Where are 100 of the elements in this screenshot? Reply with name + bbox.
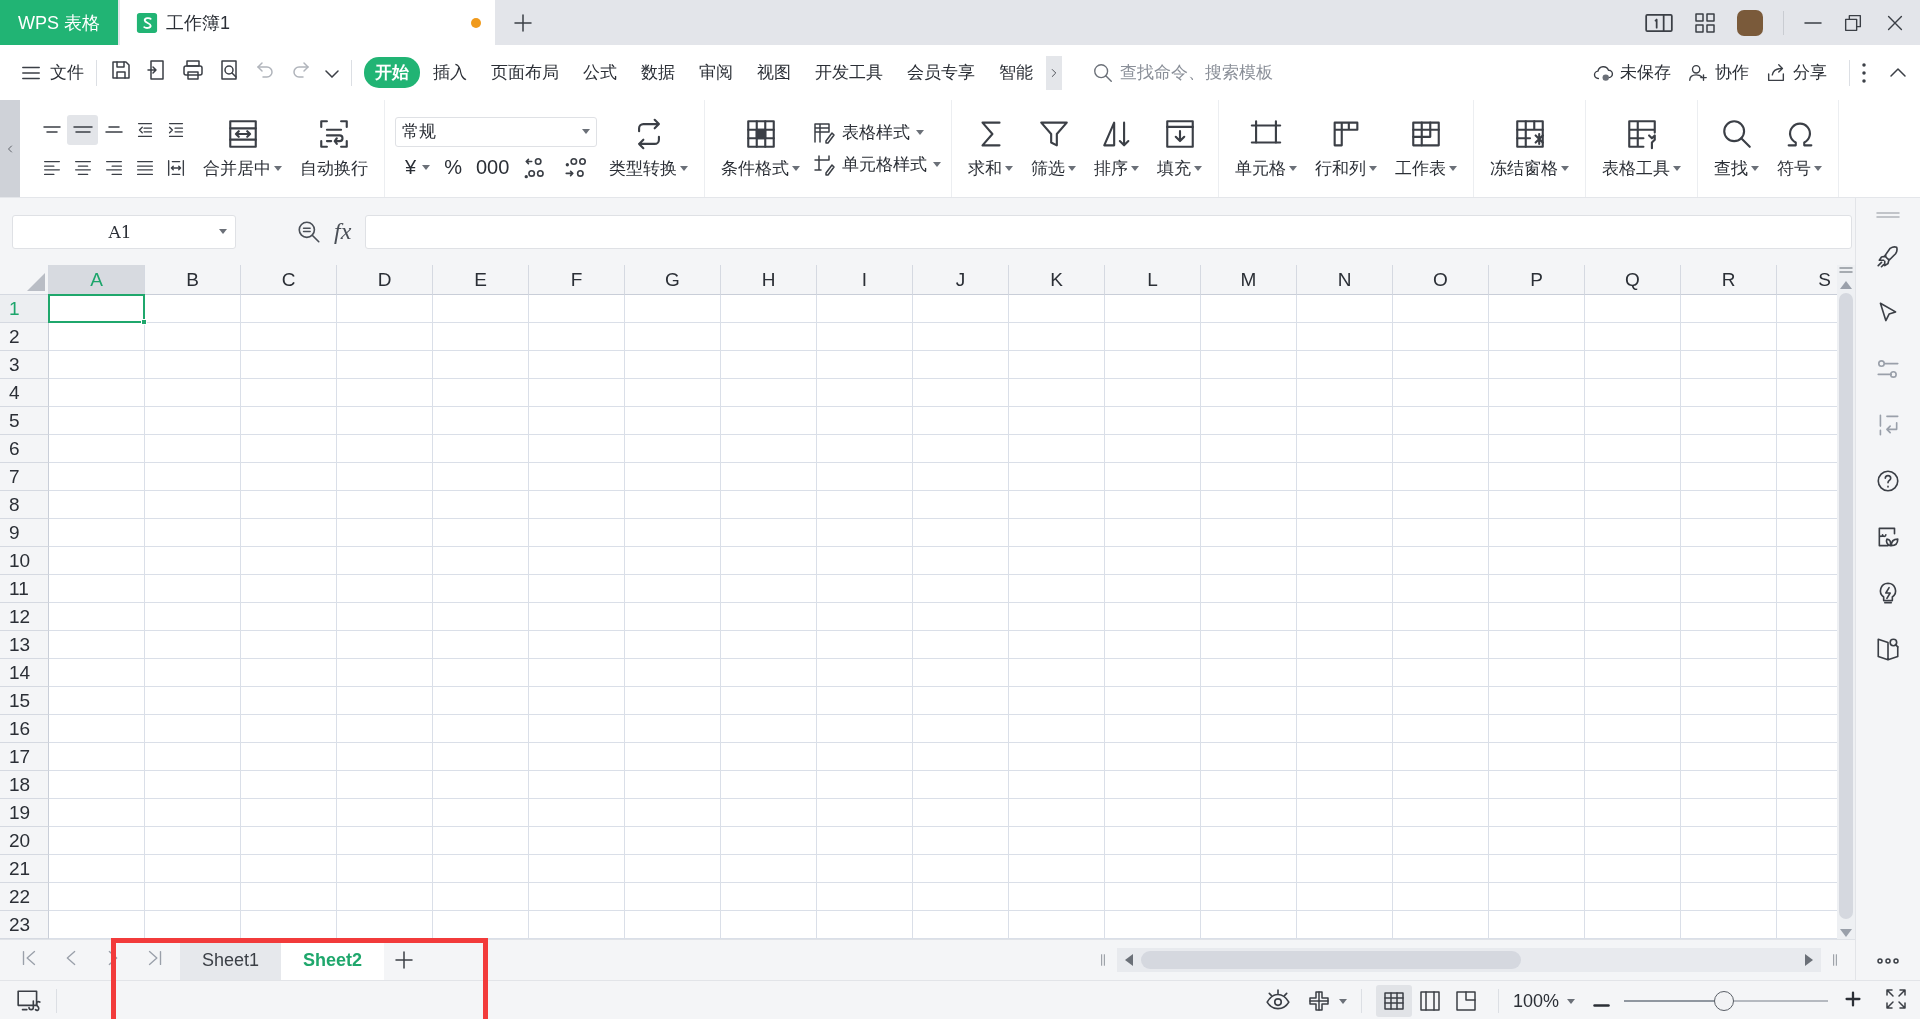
avatar[interactable] [1737,9,1763,36]
column-header[interactable]: G [625,265,721,296]
row-header[interactable]: 10 [0,547,49,576]
row-header[interactable]: 14 [0,659,49,688]
zoom-dropdown[interactable]: 100% [1512,990,1575,1012]
ribbon-button[interactable]: 自动换行 [294,117,374,180]
column-header[interactable]: B [145,265,241,296]
ribbon-tab[interactable]: 视图 [746,57,802,88]
row-header[interactable]: 2 [0,323,49,352]
caret-icon [1338,998,1347,1004]
column-header[interactable]: L [1105,265,1201,296]
ribbon-tab[interactable]: 开发工具 [804,57,894,88]
row-header[interactable]: 22 [0,883,49,912]
row-header[interactable]: 20 [0,827,49,856]
number-format-button[interactable]: % [444,156,462,179]
ribbon-button[interactable]: 单元格 [1229,117,1303,180]
zoom-icon [296,218,322,245]
align-bottom-icon [104,126,123,133]
formula-input-field[interactable] [365,214,1852,249]
ribbon-button[interactable]: 单元格样式 [812,152,941,177]
number-format-dropdown[interactable]: 常规 [395,116,597,147]
column-header[interactable]: K [1009,265,1105,296]
row-header[interactable]: 3 [0,351,49,380]
ribbon-button[interactable]: 求和 [962,117,1019,180]
row-header[interactable]: 13 [0,631,49,660]
row-header[interactable]: 23 [0,911,49,940]
ribbon-button[interactable]: 查找 [1708,117,1765,180]
page-layout-view-icon [1453,989,1478,1013]
toolbar-button[interactable]: 协作 [1687,61,1749,84]
row-header[interactable]: 8 [0,491,49,520]
column-header[interactable]: P [1489,265,1585,296]
ribbon-button[interactable]: 表格工具 [1596,117,1687,180]
ribbon-button[interactable]: 类型转换 [603,117,694,180]
ribbon-button[interactable]: 行和列 [1309,117,1383,180]
ribbon-button[interactable]: 符号 [1771,117,1828,180]
ribbon-button[interactable]: 筛选 [1025,117,1082,180]
ribbon-button[interactable]: 合并居中 [197,117,288,180]
name-box[interactable]: A1 [12,214,236,249]
ribbon-tab[interactable]: 数据 [630,57,686,88]
ribbon-tab[interactable]: 会员专享 [896,57,986,88]
ribbon-button[interactable]: 工作表 [1389,117,1463,180]
ribbon-tab[interactable]: 公式 [572,57,628,88]
ribbon-tab[interactable]: 审阅 [688,57,744,88]
column-header[interactable]: M [1201,265,1297,296]
crosshair-button[interactable] [1306,989,1347,1013]
column-header[interactable]: N [1297,265,1393,296]
ribbon-button[interactable]: 填充 [1151,117,1208,180]
row-header[interactable]: 7 [0,463,49,492]
scrollbar-thumb[interactable] [1839,293,1853,920]
row-header[interactable]: 18 [0,771,49,800]
collapse-handle[interactable] [0,100,20,197]
column-header[interactable]: D [337,265,433,296]
column-header[interactable]: C [241,265,337,296]
column-header[interactable]: J [913,265,1009,296]
number-format-button[interactable]: 000 [475,156,510,179]
command-search-field[interactable]: 查找命令、搜索模板 [1118,61,1378,84]
ribbon-button[interactable]: 排序 [1088,117,1145,180]
column-header[interactable]: R [1681,265,1777,296]
file-menu-button[interactable]: 文件 [20,61,84,84]
toolbar-button[interactable]: 分享 [1765,61,1827,84]
function-label[interactable]: fx [334,218,352,246]
split-handle-icon [1839,267,1853,274]
share-icon [1765,61,1787,84]
row-header[interactable]: 11 [0,575,49,604]
sheet-tab[interactable]: Sheet1 [180,940,282,980]
horizontal-scrollbar[interactable] [1117,948,1821,973]
row-header[interactable]: 15 [0,687,49,716]
column-header[interactable]: S [1777,265,1837,296]
row-header[interactable]: 16 [0,715,49,744]
row-header[interactable]: 5 [0,407,49,436]
ribbon-button[interactable]: 冻结窗格 [1484,117,1575,180]
row-header[interactable]: 17 [0,743,49,772]
expand-icon [1884,986,1908,1011]
ribbon-tab[interactable]: 智能 [988,57,1044,88]
help-icon [1875,468,1901,494]
document-tab[interactable]: 工作簿1 [120,0,495,45]
number-format-button[interactable]: ¥ [405,156,431,179]
row-header[interactable]: 12 [0,603,49,632]
slider-thumb[interactable] [1713,991,1734,1011]
row-header[interactable]: 6 [0,435,49,464]
row-header[interactable]: 19 [0,799,49,828]
row-header[interactable]: 21 [0,855,49,884]
toolbar-button[interactable]: 未保存 [1592,61,1671,84]
view-mode-button[interactable] [1375,985,1412,1017]
column-header[interactable]: H [721,265,817,296]
align-button[interactable] [67,114,98,145]
scroll-left-icon [1125,954,1133,967]
table-style-icon [812,120,836,145]
ribbon-button[interactable]: 表格样式 [812,120,941,145]
row-header[interactable]: 4 [0,379,49,408]
ribbon-tab[interactable]: 插入 [422,57,478,88]
ribbon-button[interactable]: 条件格式 [715,117,806,180]
column-header[interactable]: O [1393,265,1489,296]
column-header[interactable]: E [433,265,529,296]
column-header[interactable]: F [529,265,625,296]
row-header[interactable]: 9 [0,519,49,548]
ribbon-tab[interactable]: 页面布局 [480,57,570,88]
column-header[interactable]: Q [1585,265,1681,296]
column-header[interactable]: I [817,265,913,296]
selected-cell[interactable] [48,294,145,324]
